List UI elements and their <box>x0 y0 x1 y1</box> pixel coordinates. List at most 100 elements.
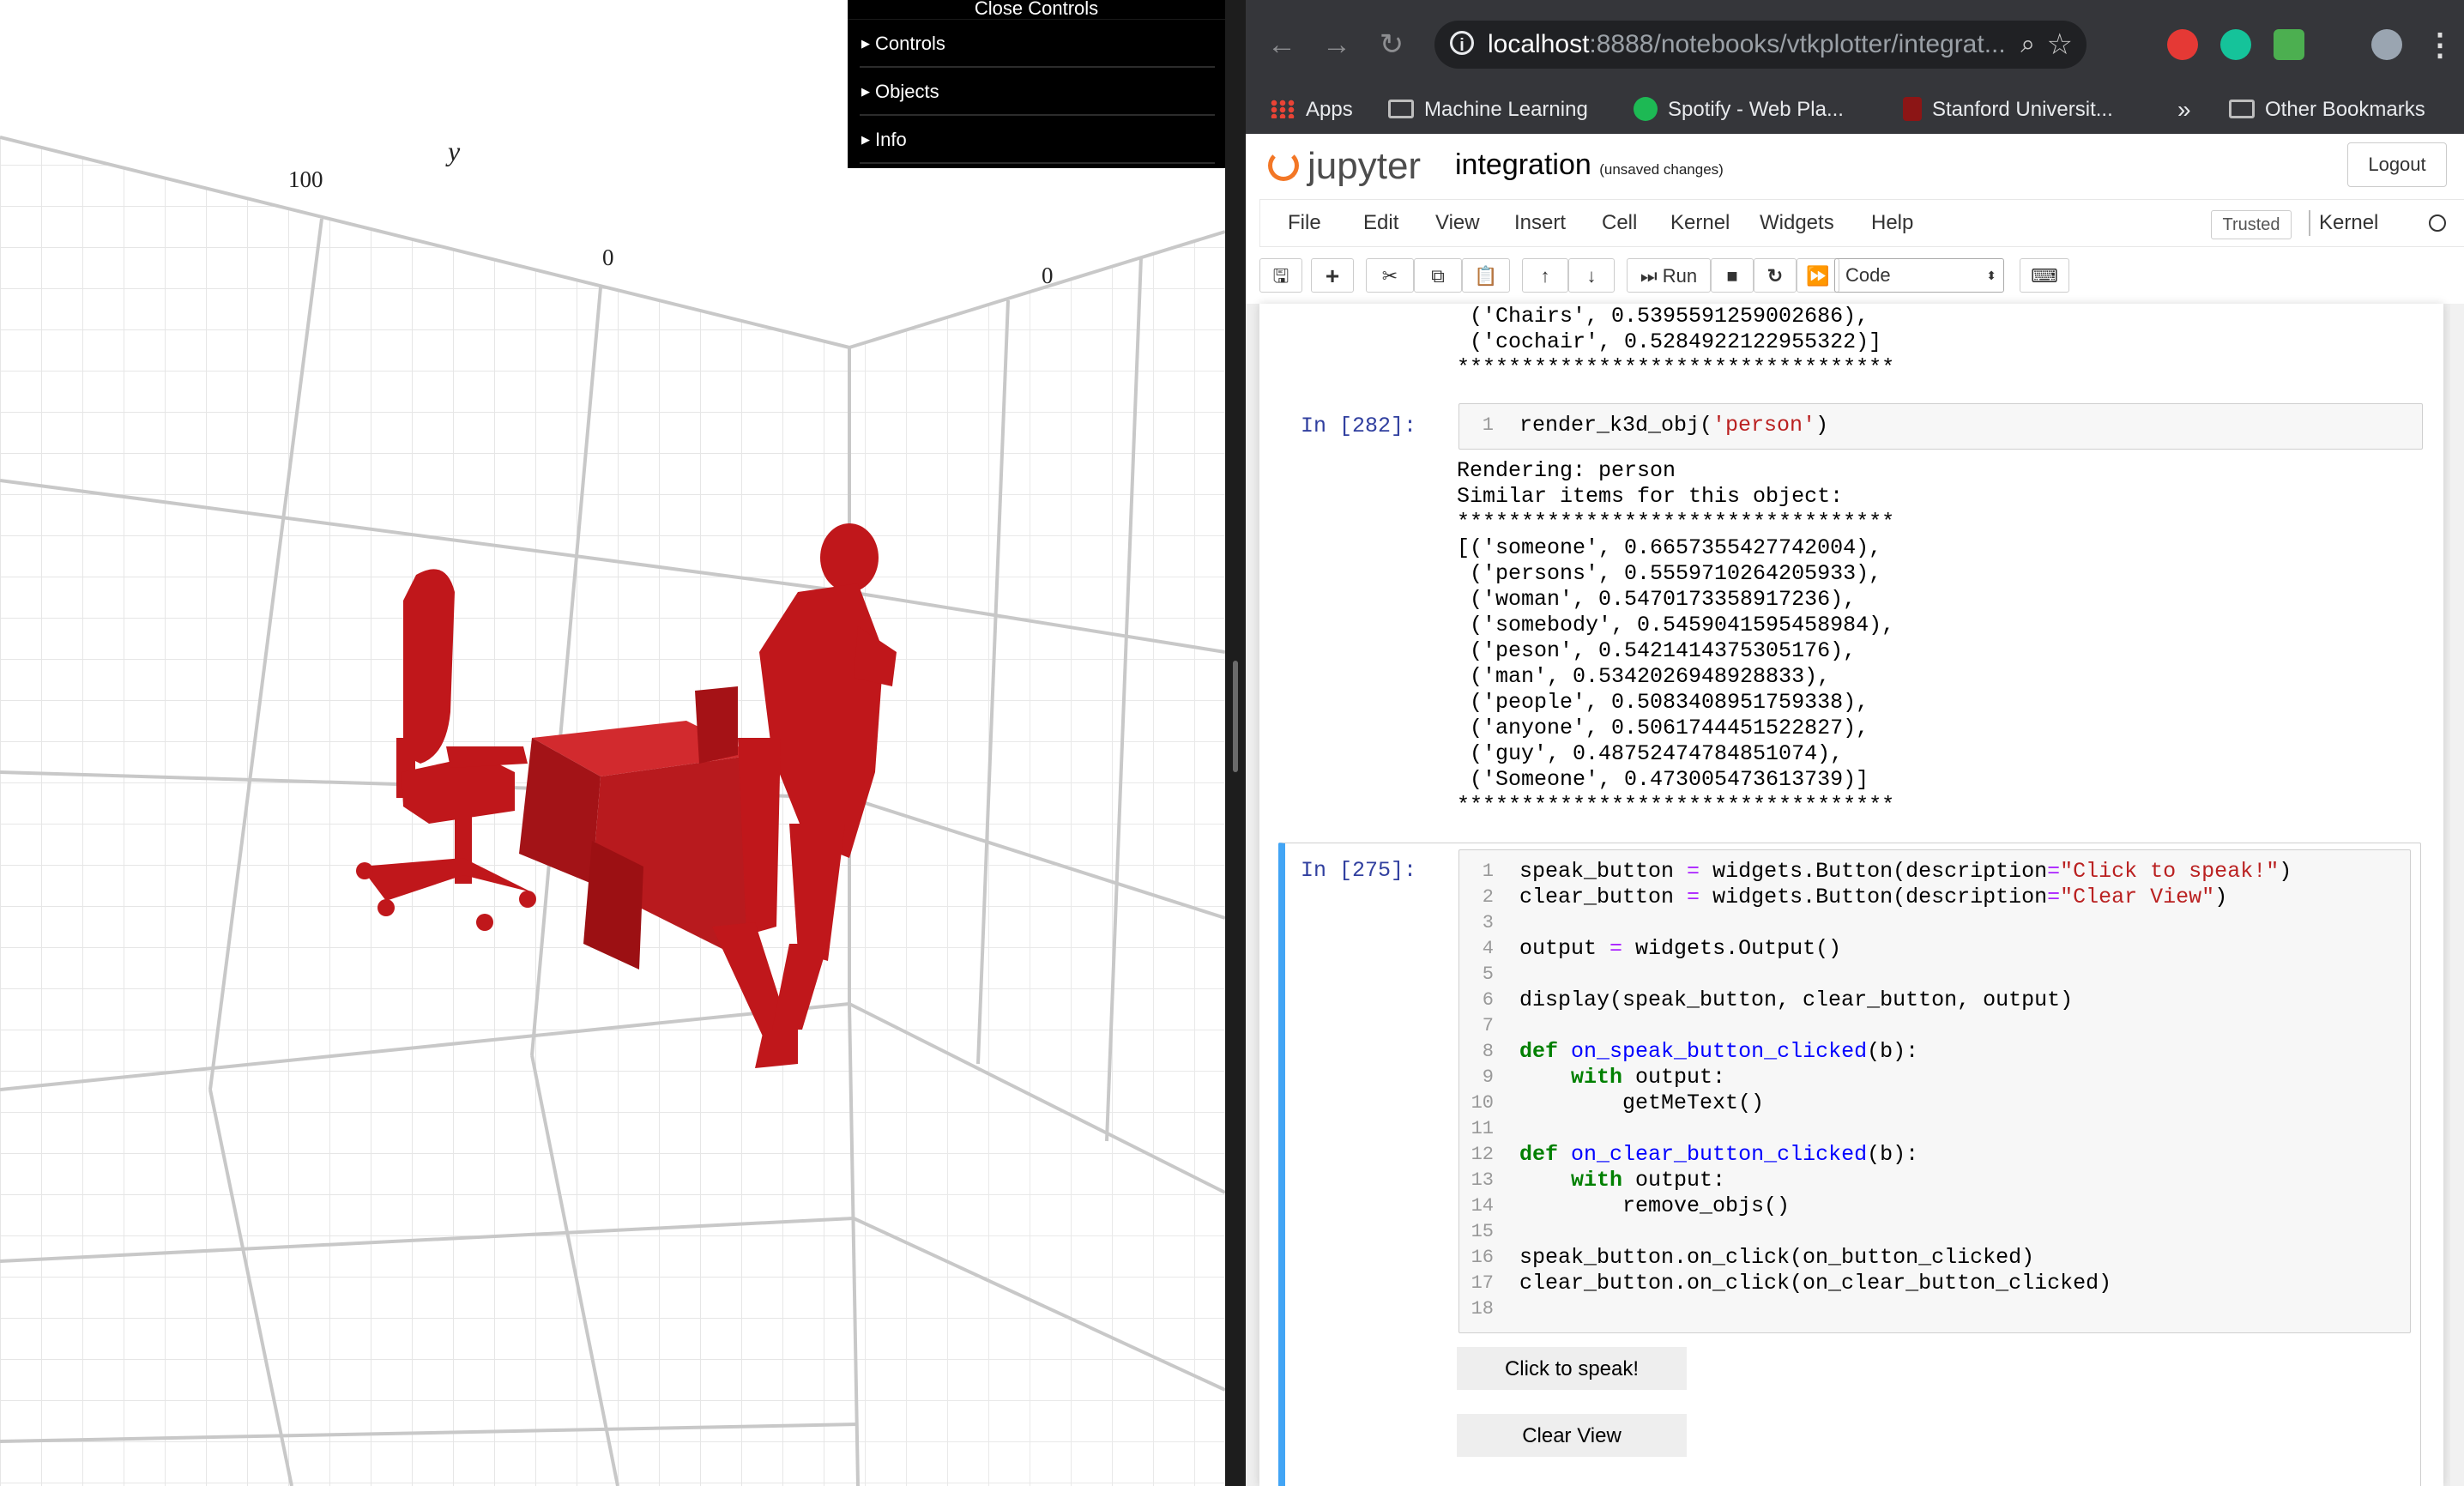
close-controls-button[interactable]: Close Controls <box>848 0 1225 20</box>
line-number: 8 <box>1482 1041 1494 1062</box>
folder-objects[interactable]: ▶ Objects <box>860 68 1215 116</box>
code-cell-input[interactable]: 1 2 3 4 5 6 7 8 9 10 11 12 13 14 15 16 1… <box>1458 849 2411 1333</box>
bookmarks-bar: Apps Machine Learning Spotify - Web Pla.… <box>1246 86 2464 134</box>
output-line: ********************************** <box>1457 510 1895 535</box>
line-number: 2 <box>1482 886 1494 908</box>
stop-icon[interactable]: ■ <box>1711 258 1754 293</box>
axis-name-y: y <box>448 136 461 166</box>
save-icon[interactable]: 🖫 <box>1259 258 1302 293</box>
line-number: 9 <box>1482 1066 1494 1088</box>
line-number: 18 <box>1471 1298 1494 1320</box>
output-line: ('persons', 0.5559710264205933), <box>1457 561 1882 586</box>
line-number: 15 <box>1471 1221 1494 1242</box>
keyboard-icon[interactable]: ⌨ <box>2020 258 2069 293</box>
forward-arrow-icon[interactable]: → <box>1318 26 1356 63</box>
bookmark-machine-learning[interactable]: Machine Learning <box>1388 86 1588 134</box>
restart-icon[interactable]: ↻ <box>1754 258 1797 293</box>
url-text: localhost:8888/notebooks/vtkplotter/inte… <box>1488 30 2006 58</box>
click-to-speak-button[interactable]: Click to speak! <box>1457 1347 1687 1390</box>
bookmark-spotify[interactable]: Spotify - Web Pla... <box>1634 86 1844 134</box>
paste-icon[interactable]: 📋 <box>1462 258 1510 293</box>
copy-icon[interactable]: ⧉ <box>1414 258 1462 293</box>
resize-handle[interactable] <box>1233 661 1238 772</box>
code-line: clear_button = widgets.Button(descriptio… <box>1519 885 2228 909</box>
menu-insert[interactable]: Insert <box>1514 200 1566 246</box>
run-icon: ⏭ <box>1640 265 1658 287</box>
bookmarks-overflow-button[interactable]: » <box>2177 86 2191 134</box>
line-number: 7 <box>1482 1015 1494 1036</box>
cell-prompt: In [282]: <box>1301 414 1417 438</box>
notebook-container: ('Chairs', 0.5395591259002686), ('cochai… <box>1259 304 2443 1486</box>
move-up-icon[interactable]: ↑ <box>1522 258 1568 293</box>
notebook-name[interactable]: integration (unsaved changes) <box>1455 146 1724 189</box>
output-line: ('man', 0.5342026948928833), <box>1457 664 1831 689</box>
folder-icon <box>1388 99 1414 118</box>
jupyter-menubar: File Edit View Insert Cell Kernel Widget… <box>1259 199 2464 247</box>
line-number: 5 <box>1482 963 1494 985</box>
bookmark-stanford[interactable]: Stanford Universit... <box>1903 86 2113 134</box>
code-line: output = widgets.Output() <box>1519 936 1842 961</box>
star-icon[interactable]: ☆ <box>2047 21 2073 69</box>
line-number: 13 <box>1471 1169 1494 1191</box>
run-button[interactable]: ⏭ Run <box>1627 258 1711 293</box>
fast-forward-icon[interactable]: ⏩ <box>1797 258 1839 293</box>
cut-icon[interactable]: ✂ <box>1366 258 1414 293</box>
jupyter-logo-icon <box>1268 150 1299 182</box>
folder-icon <box>2229 99 2255 118</box>
address-bar[interactable]: i localhost:8888/notebooks/vtkplotter/in… <box>1434 21 2087 69</box>
menu-kernel[interactable]: Kernel <box>1670 200 1730 246</box>
output-line: ('cochair', 0.5284922122955322)] <box>1457 329 1882 354</box>
output-line: Rendering: person <box>1457 458 1676 483</box>
menu-file[interactable]: File <box>1288 200 1321 246</box>
output-line: [('someone', 0.6657355427742004), <box>1457 535 1882 560</box>
folder-info[interactable]: ▶ Info <box>860 116 1215 164</box>
clear-view-button[interactable]: Clear View <box>1457 1414 1687 1457</box>
scrollbar[interactable] <box>2450 304 2464 1486</box>
back-arrow-icon[interactable]: ← <box>1263 26 1301 63</box>
controls-panel: Close Controls ▶ Controls ▶ Objects ▶ Info <box>848 0 1225 168</box>
move-down-icon[interactable]: ↓ <box>1568 258 1615 293</box>
triangle-right-icon: ▶ <box>861 133 870 146</box>
cell-prompt: In [275]: <box>1301 858 1417 883</box>
code-line: with output: <box>1571 1065 1726 1090</box>
kebab-menu-icon[interactable]: ⋮ <box>2425 26 2455 63</box>
split-divider[interactable] <box>1225 0 1246 1486</box>
code-line: getMeText() <box>1622 1090 1765 1115</box>
reload-icon[interactable]: ↻ <box>1373 26 1410 63</box>
folder-controls[interactable]: ▶ Controls <box>860 20 1215 68</box>
line-number: 14 <box>1471 1195 1494 1217</box>
menu-help[interactable]: Help <box>1871 200 1913 246</box>
trusted-badge[interactable]: Trusted <box>2211 210 2292 239</box>
code-line: render_k3d_obj('person') <box>1519 413 1829 438</box>
menu-cell[interactable]: Cell <box>1602 200 1637 246</box>
cell-type-select[interactable]: Code ⬍ <box>1834 258 2004 293</box>
code-cell-input[interactable]: 1 render_k3d_obj('person') <box>1458 403 2423 450</box>
spotify-icon <box>1634 96 1658 121</box>
jupyter-header: jupyter integration (unsaved changes) Lo… <box>1246 134 2464 199</box>
output-line: ('peson', 0.5421414375305176), <box>1457 638 1857 663</box>
output-line: ('woman', 0.5470173358917236), <box>1457 587 1857 612</box>
avatar[interactable] <box>2371 29 2402 60</box>
grammarly-icon[interactable] <box>2220 29 2251 60</box>
jupyter-logo[interactable]: jupyter <box>1268 148 1421 185</box>
bookmark-other[interactable]: Other Bookmarks <box>2229 86 2425 134</box>
info-icon[interactable]: i <box>1450 31 1474 55</box>
axis-tick-0: 0 <box>602 245 614 270</box>
output-line: Similar items for this object: <box>1457 484 1844 509</box>
extension-icon[interactable] <box>2274 29 2304 60</box>
output-line: ('Chairs', 0.5395591259002686), <box>1457 304 1869 329</box>
code-line: remove_objs() <box>1622 1193 1791 1218</box>
logout-button[interactable]: Logout <box>2347 142 2447 187</box>
code-line: display(speak_button, clear_button, outp… <box>1519 988 2074 1012</box>
add-cell-icon[interactable]: + <box>1311 258 1354 293</box>
3d-scene[interactable] <box>0 0 1225 1486</box>
search-icon[interactable]: ⌕ <box>2020 21 2035 69</box>
menu-widgets[interactable]: Widgets <box>1760 200 1834 246</box>
menu-view[interactable]: View <box>1435 200 1480 246</box>
output-line: ('people', 0.5083408951759338), <box>1457 690 1869 715</box>
k3d-viewer[interactable]: y 100 0 0 Close Controls ▶ Controls ▶ Obje… <box>0 0 1225 1486</box>
bookmark-apps[interactable]: Apps <box>1270 86 1353 134</box>
extension-icon[interactable] <box>2167 29 2198 60</box>
code-line: clear_button.on_click(on_clear_button_cl… <box>1519 1271 2112 1296</box>
menu-edit[interactable]: Edit <box>1363 200 1398 246</box>
